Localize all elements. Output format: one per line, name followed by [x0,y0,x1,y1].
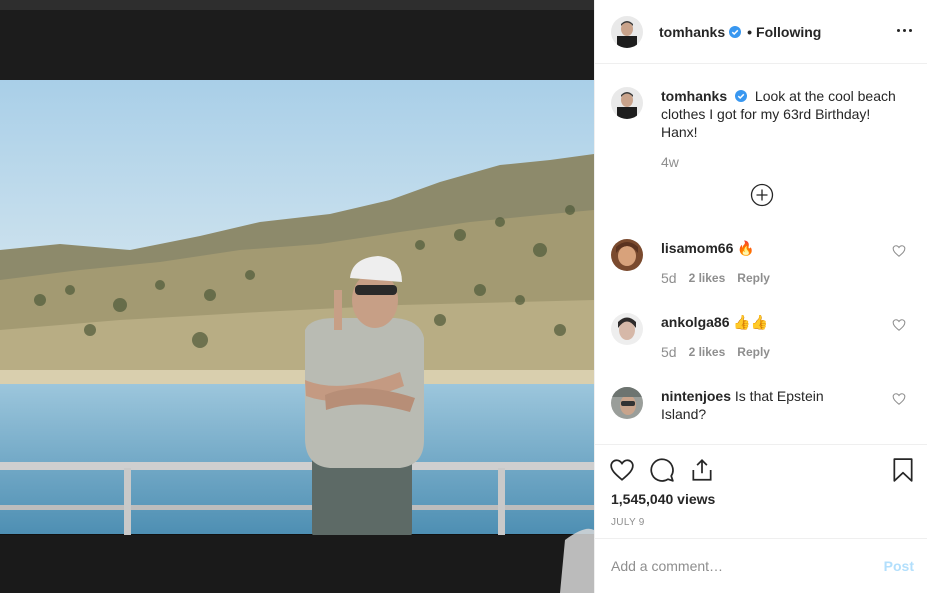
comment-age[interactable]: 5d [661,269,677,287]
comments-section: tomhanks Look at the cool beach clothes … [595,65,927,444]
add-comment-bar: Post [595,538,927,593]
comment-item: nintenjoes Is that Epstein Island? [611,387,916,423]
avatar[interactable] [611,87,643,119]
comment-username[interactable]: lisamom66 [661,240,733,256]
more-options-icon[interactable] [894,20,914,40]
profile-photo [611,87,643,119]
verified-badge-icon [729,25,742,38]
comment-likes[interactable]: 2 likes [689,343,726,361]
comment-likes[interactable]: 2 likes [689,269,726,287]
view-count[interactable]: 1,545,040 views [611,491,715,507]
comment-input[interactable] [611,558,884,574]
following-button[interactable]: Following [756,24,821,40]
profile-photo [611,239,643,271]
like-comment-heart-icon[interactable] [892,392,906,406]
profile-photo [611,313,643,345]
comment-icon[interactable] [649,457,675,483]
reply-button[interactable]: Reply [737,269,770,287]
avatar[interactable] [611,15,643,48]
post-video[interactable] [0,0,594,593]
caption-username[interactable]: tomhanks [661,88,727,104]
caption: tomhanks Look at the cool beach clothes … [611,87,911,171]
verified-badge-icon [735,90,748,102]
profile-photo [611,15,643,48]
avatar[interactable] [611,239,643,271]
plus-circle-icon[interactable] [750,183,774,207]
share-icon[interactable] [689,457,715,483]
like-comment-heart-icon[interactable] [892,318,906,332]
comment-text: 🔥 [737,240,755,256]
avatar[interactable] [611,387,643,419]
reply-button[interactable]: Reply [737,343,770,361]
post-button[interactable]: Post [884,558,914,574]
comment-text: 👍👍 [733,314,769,330]
comment-item: lisamom66 🔥 5d 2 likes Reply [611,239,916,287]
comment-age[interactable]: 5d [661,343,677,361]
avatar[interactable] [611,313,643,345]
post-panel: tomhanks • Following tomhanks Look at th… [594,0,927,593]
post-actions: 1,545,040 views JULY 9 [595,444,927,538]
post-date[interactable]: JULY 9 [611,517,645,528]
bookmark-icon[interactable] [890,457,916,483]
post-header: tomhanks • Following [595,0,927,64]
heart-icon[interactable] [609,457,635,483]
comment-username[interactable]: nintenjoes [661,388,731,404]
comment-username[interactable]: ankolga86 [661,314,729,330]
profile-photo [611,387,643,419]
caption-age[interactable]: 4w [661,153,901,171]
separator-dot: • [747,23,753,40]
comment-item: ankolga86 👍👍 5d 2 likes Reply [611,313,916,361]
video-frame [0,0,594,593]
header-username[interactable]: tomhanks [659,24,725,40]
like-comment-heart-icon[interactable] [892,244,906,258]
